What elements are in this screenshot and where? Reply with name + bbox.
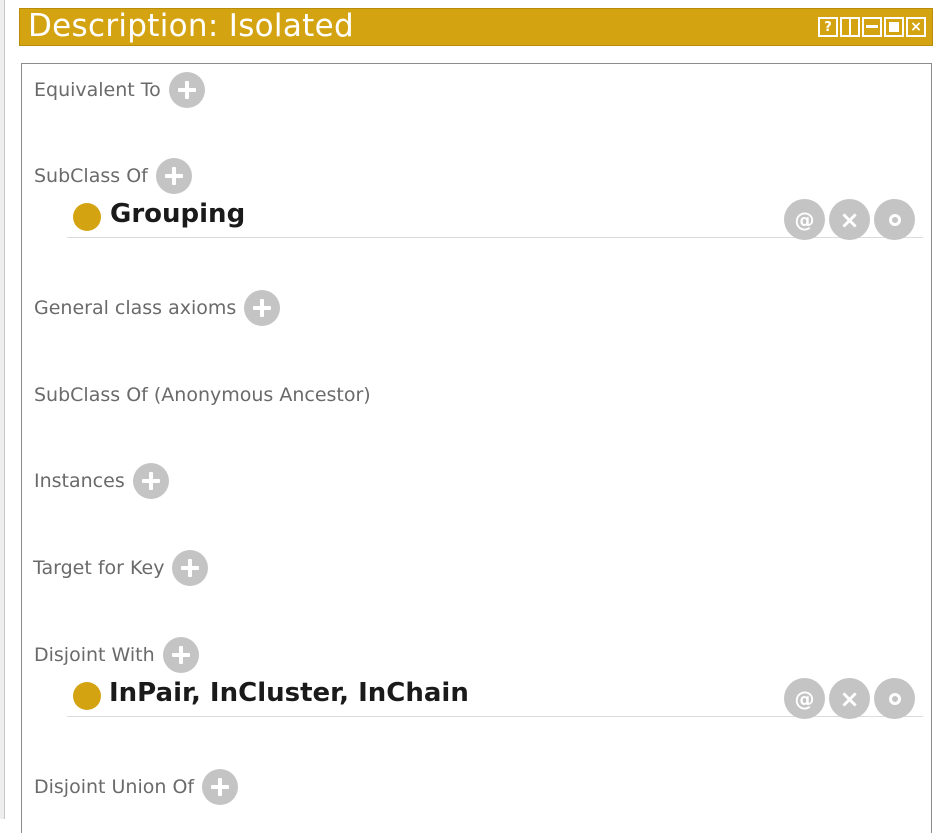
section-subclass-of: SubClass Of [34,158,192,194]
annotate-icon[interactable]: @ [784,199,825,240]
section-label: Instances [34,470,125,492]
annotate-glyph: @ [794,207,815,232]
list-item[interactable]: InPair, InCluster, InChain @ × [67,676,923,719]
close-icon[interactable]: × [906,17,926,37]
add-disjoint-with-icon[interactable] [162,637,199,673]
section-disjoint-with: Disjoint With [34,637,199,673]
class-expression: Grouping [110,199,246,229]
view-title-bar: Description: Isolated ? × [19,8,933,46]
edit-icon[interactable] [874,678,915,719]
list-item[interactable]: Grouping @ × [67,197,923,240]
section-label: SubClass Of [34,165,148,187]
item-actions: @ × [784,199,915,240]
minimize-icon[interactable] [862,17,882,37]
annotate-icon[interactable]: @ [784,678,825,719]
add-instance-icon[interactable] [132,463,169,499]
delete-icon[interactable]: × [829,199,870,240]
add-general-axiom-icon[interactable] [244,290,281,326]
close-glyph: × [910,19,922,35]
class-icon [73,203,101,231]
section-label: General class axioms [34,297,237,319]
section-anonymous-ancestor: SubClass Of (Anonymous Ancestor) [34,377,371,413]
item-actions: @ × [784,678,915,719]
split-view-icon[interactable] [840,17,860,37]
help-icon[interactable]: ? [818,17,838,37]
class-expression: InPair, InCluster, InChain [109,678,469,708]
window-frame [0,0,5,819]
section-instances: Instances [34,463,169,499]
section-label: Target for Key [33,557,165,579]
description-panel: Equivalent To SubClass Of Grouping @ × G… [21,63,932,833]
section-target-for-key: Target for Key [33,550,209,586]
view-title: Description: Isolated [28,8,354,44]
add-disjoint-union-icon[interactable] [202,769,239,805]
delete-icon[interactable]: × [829,678,870,719]
maximize-icon[interactable] [884,17,904,37]
add-target-for-key-icon[interactable] [172,550,209,586]
section-label: Disjoint Union Of [34,776,195,798]
delete-glyph: × [839,205,860,234]
section-label: Disjoint With [34,644,155,666]
section-disjoint-union-of: Disjoint Union Of [34,769,239,805]
class-icon [73,682,101,710]
view-window-controls: ? × [818,17,926,37]
add-equivalent-to-icon[interactable] [168,72,205,108]
section-label: Equivalent To [34,79,161,101]
delete-glyph: × [839,684,860,713]
edit-icon[interactable] [874,199,915,240]
annotate-glyph: @ [794,686,815,711]
section-label: SubClass Of (Anonymous Ancestor) [34,384,371,406]
section-equivalent-to: Equivalent To [34,72,205,108]
help-glyph: ? [824,19,832,35]
add-subclass-of-icon[interactable] [155,158,192,194]
section-general-class-axioms: General class axioms [34,290,281,326]
